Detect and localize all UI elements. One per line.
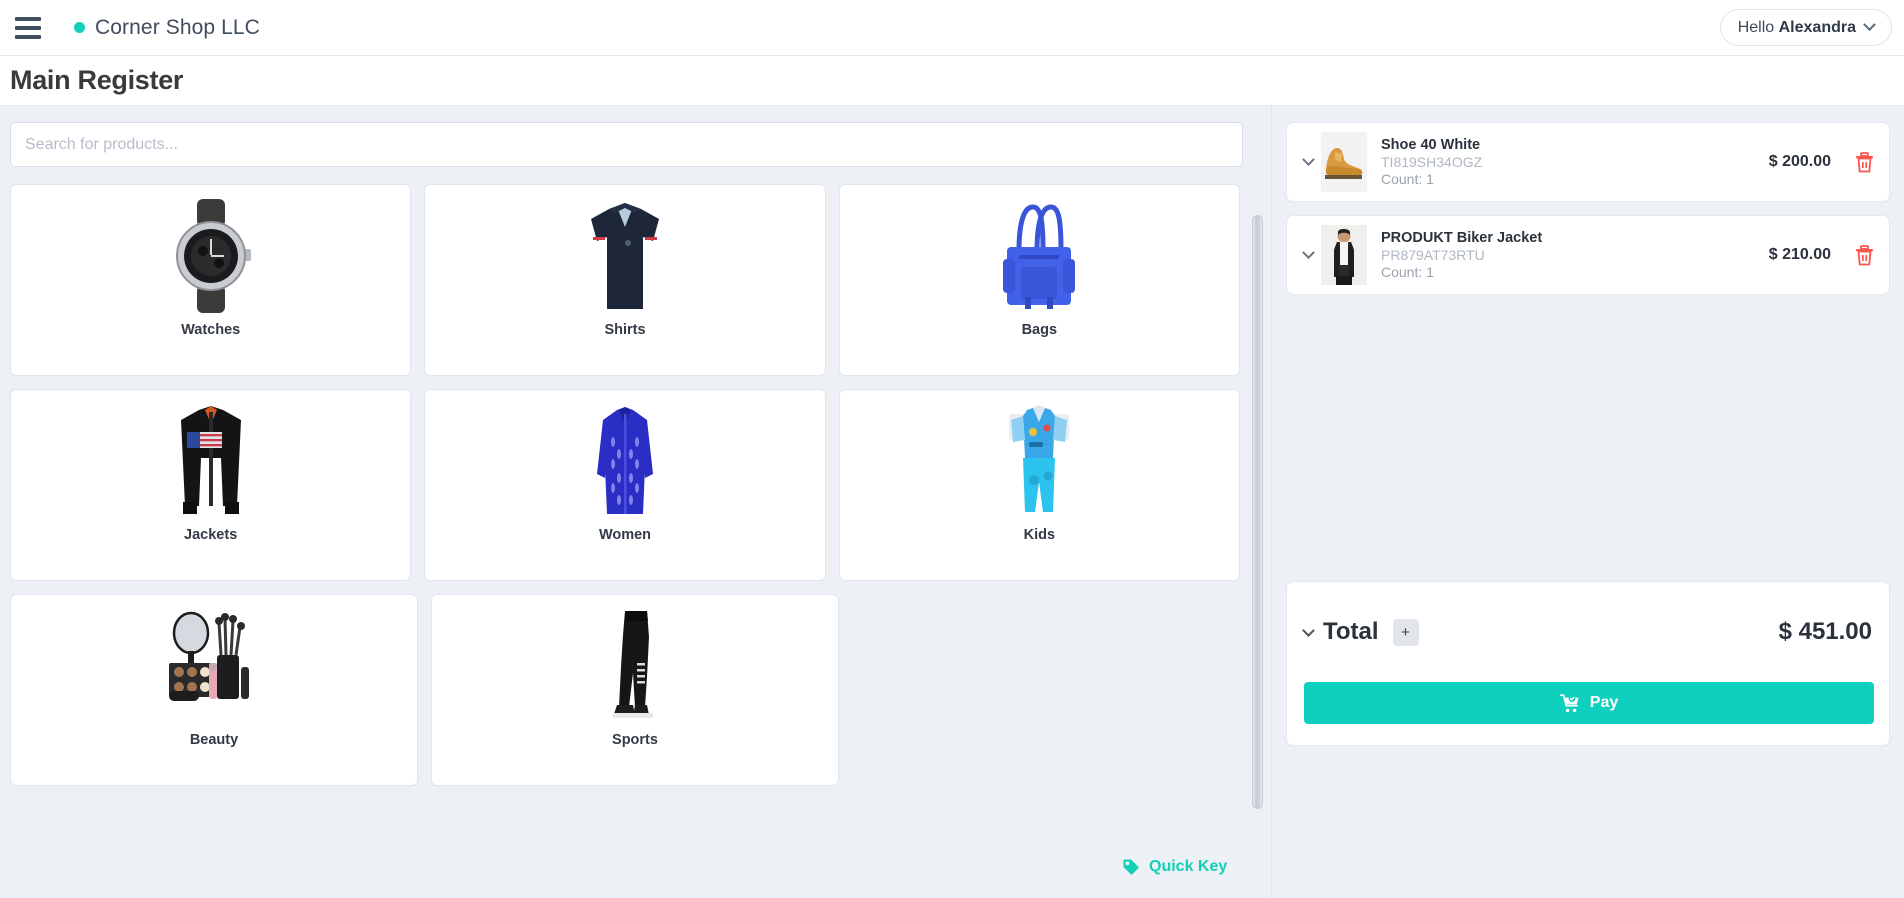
cart-item-price: $ 210.00 — [1768, 246, 1831, 263]
cart-item-info: Shoe 40 White TI819SH34OGZ Count: 1 — [1381, 137, 1769, 187]
polo-shirt-image — [565, 194, 685, 318]
kids-outfit-image — [979, 399, 1099, 523]
shoe-thumbnail — [1321, 132, 1367, 192]
tag-icon — [1123, 859, 1139, 875]
scrollbar-thumb[interactable] — [1252, 215, 1263, 809]
watch-image — [151, 194, 271, 318]
product-panel-scrollbar[interactable] — [1252, 215, 1263, 809]
category-label: Jackets — [184, 527, 238, 543]
category-label: Kids — [1023, 527, 1056, 543]
category-label: Women — [598, 527, 652, 543]
cart-item-sku: TI819SH34OGZ — [1381, 154, 1483, 170]
trash-icon[interactable] — [1851, 244, 1877, 266]
category-label: Beauty — [189, 732, 239, 748]
pay-button[interactable]: Pay — [1304, 682, 1874, 724]
category-label: Shirts — [604, 322, 646, 338]
cart-item-row[interactable]: Shoe 40 White TI819SH34OGZ Count: 1 $ 20… — [1286, 122, 1890, 202]
top-header-bar: Corner Shop LLC Hello Alexandra — [0, 0, 1904, 56]
chevron-down-icon[interactable] — [1295, 152, 1321, 167]
leggings-image — [575, 604, 695, 728]
category-label: Sports — [612, 732, 658, 748]
category-tile-kids[interactable]: Kids — [838, 389, 1240, 581]
cart-item-name: PRODUKT Biker Jacket — [1381, 230, 1543, 246]
category-grid: Watches Shirts Bags Jackets Women Kids B… — [0, 184, 1250, 824]
category-label: Bags — [1021, 322, 1058, 338]
user-name: Alexandra — [1778, 18, 1856, 36]
greeting-text: Hello Alexandra — [1737, 18, 1856, 36]
jacket-image — [151, 399, 271, 523]
status-dot-icon — [74, 22, 85, 33]
product-panel: Watches Shirts — [0, 106, 1272, 898]
page-title-bar: Main Register — [0, 56, 1904, 106]
total-label: Total — [1323, 618, 1379, 645]
category-tile-jackets[interactable]: Jackets — [10, 389, 412, 581]
pay-button-label: Pay — [1589, 694, 1619, 711]
add-discount-button[interactable]: + — [1392, 618, 1419, 646]
cart-panel: Shoe 40 White TI819SH34OGZ Count: 1 $ 20… — [1272, 106, 1904, 898]
handbag-image — [979, 194, 1099, 318]
quick-key-button[interactable]: Quick Key — [1122, 858, 1227, 876]
quick-key-label: Quick Key — [1149, 858, 1228, 875]
page-title: Main Register — [10, 65, 184, 95]
cart-check-icon — [1559, 693, 1579, 712]
cart-item-sku: PR879AT73RTU — [1381, 247, 1485, 263]
hamburger-menu-icon[interactable] — [10, 10, 46, 46]
category-label: Watches — [181, 322, 241, 338]
chevron-down-icon[interactable] — [1302, 623, 1315, 637]
jacket-thumbnail — [1321, 225, 1367, 285]
hamburger-bar — [15, 25, 41, 30]
category-tile-beauty[interactable]: Beauty — [10, 594, 418, 786]
dress-image — [565, 399, 685, 523]
chevron-down-icon[interactable] — [1295, 245, 1321, 260]
hamburger-bar — [15, 34, 41, 39]
total-card: Total + $ 451.00 Pay — [1286, 581, 1890, 746]
cart-item-price: $ 200.00 — [1768, 153, 1831, 170]
cart-item-info: PRODUKT Biker Jacket PR879AT73RTU Count:… — [1381, 230, 1769, 280]
category-row: Beauty Sports — [10, 594, 1240, 786]
cart-item-row[interactable]: PRODUKT Biker Jacket PR879AT73RTU Count:… — [1286, 215, 1890, 295]
user-menu-button[interactable]: Hello Alexandra — [1719, 9, 1892, 46]
trash-icon[interactable] — [1851, 151, 1877, 173]
category-tile-sports[interactable]: Sports — [431, 594, 839, 786]
cart-item-name: Shoe 40 White — [1381, 137, 1481, 153]
cosmetics-image — [154, 604, 274, 728]
category-row: Jackets Women Kids — [10, 389, 1240, 581]
hamburger-bar — [15, 16, 41, 21]
cart-item-count: Count: 1 — [1381, 264, 1434, 280]
category-tile-women[interactable]: Women — [424, 389, 826, 581]
category-tile-watches[interactable]: Watches — [10, 184, 412, 376]
search-input[interactable] — [10, 122, 1243, 167]
category-tile-bags[interactable]: Bags — [838, 184, 1240, 376]
cart-item-count: Count: 1 — [1381, 171, 1434, 187]
total-amount: $ 451.00 — [1778, 618, 1872, 645]
pos-register-page: Corner Shop LLC Hello Alexandra Main Reg… — [0, 0, 1904, 898]
brand: Corner Shop LLC — [74, 16, 260, 40]
chevron-down-icon — [1863, 18, 1876, 32]
total-row: Total + $ 451.00 — [1302, 582, 1872, 682]
category-tile-shirts[interactable]: Shirts — [424, 184, 826, 376]
shop-name: Corner Shop LLC — [95, 15, 260, 39]
search-area — [0, 106, 1272, 167]
category-row: Watches Shirts Bags — [10, 184, 1240, 376]
